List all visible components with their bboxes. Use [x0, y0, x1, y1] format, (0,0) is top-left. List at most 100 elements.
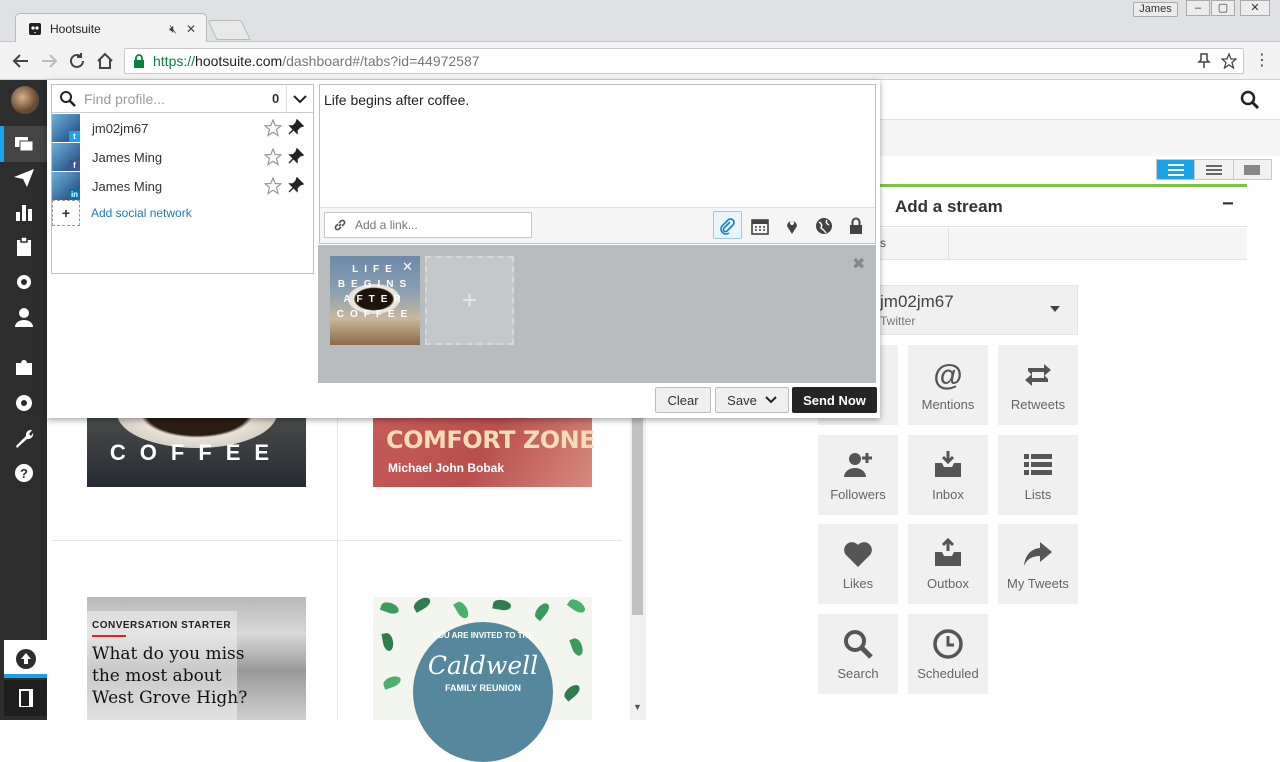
minimize-window-button[interactable]: –	[1186, 0, 1210, 16]
tab-streams[interactable]: s	[880, 236, 886, 250]
lock-icon[interactable]	[843, 213, 869, 239]
address-bar[interactable]: https://hootsuite.com/dashboard#/tabs?id…	[124, 48, 1244, 74]
campaigns-icon[interactable]	[12, 270, 36, 294]
link-input-wrapper[interactable]	[324, 212, 532, 238]
account-name: jm02jm67	[880, 292, 954, 311]
view-compact-icon[interactable]	[1194, 160, 1233, 179]
tile-label: Inbox	[932, 486, 964, 502]
minimize-panel-button[interactable]: −	[1222, 193, 1234, 216]
profile-row[interactable]: in James Ming	[52, 172, 313, 201]
paperclip-icon[interactable]	[714, 213, 740, 239]
help-question-icon[interactable]: ?	[12, 461, 36, 485]
forward-icon[interactable]	[38, 50, 60, 72]
clear-button[interactable]: Clear	[655, 387, 711, 413]
app-directory-puzzle-icon[interactable]	[12, 355, 36, 379]
add-network-label: Add social network	[91, 206, 192, 220]
favorite-star-icon[interactable]	[264, 148, 282, 166]
add-link-input[interactable]	[355, 218, 525, 232]
view-list-icon[interactable]	[1157, 160, 1195, 179]
dashboard-subheader	[880, 120, 1280, 156]
plus-icon: +	[52, 200, 80, 226]
column-view-toggle[interactable]	[1156, 159, 1272, 180]
tools-wrench-icon[interactable]	[12, 426, 36, 450]
analytics-icon[interactable]	[12, 200, 36, 224]
streams-icon[interactable]	[12, 132, 36, 156]
tab-divider	[948, 228, 949, 260]
coffee-card-text: COFFEE	[109, 440, 284, 465]
pin-extension-icon[interactable]	[1197, 53, 1211, 69]
profile-name: James Ming	[92, 179, 163, 194]
add-media-slot[interactable]: +	[425, 256, 514, 345]
bookmark-star-icon[interactable]	[1221, 53, 1237, 69]
pin-icon[interactable]	[288, 177, 304, 193]
stream-tile-mentions[interactable]: @ Mentions	[908, 345, 988, 425]
reload-icon[interactable]	[66, 50, 88, 72]
tile-label: Lists	[1024, 486, 1052, 502]
share-arrow-icon	[1024, 541, 1052, 566]
stream-tile-outbox[interactable]: Outbox	[908, 524, 988, 604]
favorite-star-icon[interactable]	[264, 119, 282, 137]
settings-gear-icon[interactable]	[12, 391, 36, 415]
column-divider	[337, 418, 338, 720]
dashboard-search-icon[interactable]	[1240, 90, 1260, 110]
profile-row[interactable]: t jm02jm67	[52, 114, 313, 143]
avatar: in	[52, 172, 80, 200]
tile-label: My Tweets	[1007, 575, 1069, 591]
contacts-user-icon[interactable]	[12, 305, 36, 329]
profile-dropdown-toggle[interactable]	[286, 85, 313, 113]
send-now-button[interactable]: Send Now	[792, 387, 877, 413]
browser-tab[interactable]: Hootsuite 🔇︎ ✕	[15, 13, 207, 43]
stream-tile-search[interactable]: Search	[818, 614, 898, 694]
profile-row[interactable]: f James Ming	[52, 143, 313, 172]
pin-icon[interactable]	[288, 148, 304, 164]
stream-tile-inbox[interactable]: Inbox	[908, 435, 988, 515]
tile-label: Likes	[842, 575, 874, 591]
rail-upgrade-button[interactable]	[4, 640, 47, 678]
stream-tile-likes[interactable]: Likes	[818, 524, 898, 604]
favorite-star-icon[interactable]	[264, 177, 282, 195]
search-icon	[60, 91, 76, 107]
location-pin-icon[interactable]	[779, 213, 805, 239]
twitter-icon: t	[69, 131, 80, 142]
close-tab-icon[interactable]: ✕	[184, 22, 198, 36]
mute-tab-icon[interactable]: 🔇︎	[166, 22, 180, 36]
rail-signout-button[interactable]	[4, 680, 47, 716]
stream-tile-followers[interactable]: Followers	[818, 435, 898, 515]
remove-image-icon[interactable]: ✕	[402, 259, 413, 275]
profile-badge[interactable]: James	[1133, 2, 1178, 17]
comfort-zone-author: Michael John Bobak	[388, 461, 505, 475]
browser-menu-icon[interactable]: ⋮	[1254, 52, 1270, 70]
assignments-clipboard-icon[interactable]	[12, 235, 36, 259]
pin-icon[interactable]	[288, 119, 304, 135]
user-avatar[interactable]	[11, 86, 39, 114]
tile-label: Outbox	[927, 575, 969, 591]
stream-tile-scheduled[interactable]: Scheduled	[908, 614, 988, 694]
stream-tile-retweets[interactable]: Retweets	[998, 345, 1078, 425]
add-social-network-link[interactable]: + Add social network	[52, 200, 313, 226]
search-icon	[844, 629, 873, 659]
chevron-down-icon	[293, 94, 307, 103]
close-media-icon[interactable]: ✖	[852, 254, 865, 274]
profile-name: jm02jm67	[92, 121, 149, 136]
back-icon[interactable]	[10, 50, 32, 72]
chevron-down-icon[interactable]	[1050, 306, 1060, 312]
stream-tile-my-tweets[interactable]: My Tweets	[998, 524, 1078, 604]
maximize-window-button[interactable]: ▢	[1211, 0, 1235, 16]
calendar-icon[interactable]	[747, 213, 773, 239]
list-icon	[1024, 453, 1052, 475]
hootsuite-owl-icon	[29, 22, 41, 35]
publisher-send-icon[interactable]	[12, 166, 36, 190]
stream-tile-lists[interactable]: Lists	[998, 435, 1078, 515]
link-icon	[334, 219, 346, 231]
close-window-button[interactable]: ✕	[1240, 0, 1270, 16]
view-wide-icon[interactable]	[1232, 160, 1271, 179]
save-button[interactable]: Save	[715, 387, 789, 413]
message-text[interactable]: Life begins after coffee.	[324, 92, 469, 108]
tile-label: Retweets	[1010, 396, 1066, 412]
find-profile-input[interactable]	[84, 89, 264, 109]
globe-icon[interactable]	[811, 213, 837, 239]
scroll-down-arrow-icon[interactable]: ▼	[632, 702, 643, 714]
linkedin-icon: in	[69, 189, 80, 200]
door-icon	[18, 689, 33, 707]
home-icon[interactable]	[94, 50, 116, 72]
